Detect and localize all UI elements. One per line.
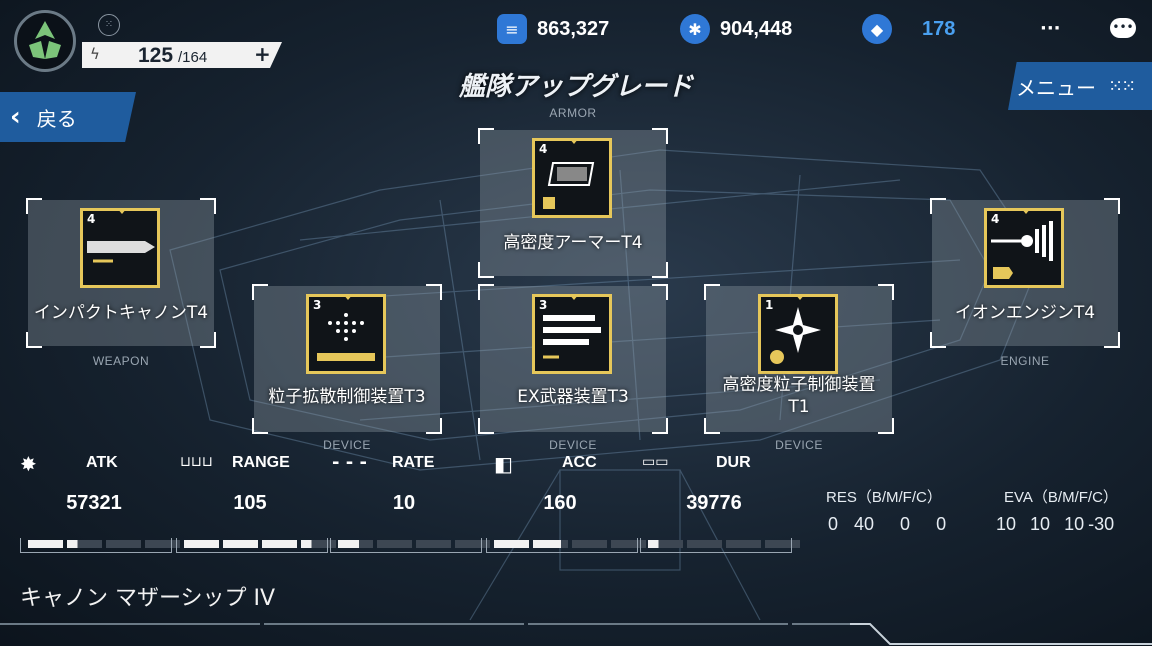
armor-plate-icon: 4 [532, 138, 612, 218]
burst-icon: ✸ [20, 452, 37, 476]
module-card-device-3[interactable]: 1 高密度粒子制御装置T1 [704, 284, 894, 434]
stat-atk: ✸ ATK 57321 [20, 452, 180, 562]
stat-name: ATK [86, 454, 118, 471]
engine-thruster-icon: 4 [984, 208, 1064, 288]
crystal-value: 178 [922, 17, 956, 40]
ruler-icon: ⊔⊔⊔ [180, 454, 213, 470]
shield-split-icon: ◧ [494, 452, 513, 476]
cannon-icon: 4 [80, 208, 160, 288]
module-name: 高密度粒子制御装置T1 [722, 375, 876, 417]
module-card-device-1[interactable]: 3 粒子拡散制御装置T3 [252, 284, 442, 434]
ship-name: キャノン マザーシップ IV [20, 586, 276, 611]
stat-value: 160 [543, 492, 577, 514]
more-options-button[interactable]: ··· [1040, 18, 1061, 39]
slot-label-armor: ARMOR [549, 106, 597, 120]
stat-name: RATE [392, 454, 435, 471]
metal-value: 904,448 [720, 17, 793, 40]
network-icon: ✱ [680, 14, 710, 44]
module-card-weapon[interactable]: 4 インパクトキャノンT4 [26, 198, 216, 348]
slot-label-device-3: DEVICE [775, 438, 823, 452]
resistance-label: RES（B/M/F/C） [826, 489, 942, 506]
slot-label-weapon: WEAPON [92, 354, 150, 368]
menu-label: メニュー [1016, 75, 1096, 100]
back-label: 戻る [36, 106, 77, 131]
module-name: インパクトキャノンT4 [33, 303, 209, 323]
menu-button[interactable]: メニュー ⁙⁙ [1008, 62, 1152, 110]
module-card-device-2[interactable]: 3 EX武器装置T3 [478, 284, 668, 434]
list-icon: ≡ [497, 14, 527, 44]
stat-value: 10 [392, 492, 416, 514]
fleet-emblem-icon [29, 21, 61, 59]
ex-weapon-icon: 3 [532, 294, 612, 374]
page-title: 艦隊アップグレード [458, 72, 693, 102]
particle-diffusion-icon: 3 [306, 294, 386, 374]
footer-divider [0, 623, 1152, 645]
stat-acc: ◧ ACC 160 [486, 452, 646, 562]
stat-name: RANGE [232, 454, 290, 471]
stat-name: ACC [562, 454, 597, 471]
back-button[interactable]: ‹ 戻る [0, 92, 136, 142]
player-rank-emblem[interactable] [14, 10, 76, 72]
grid-icon: ⁙⁙ [1108, 75, 1136, 97]
notification-dots-icon[interactable]: ⁙ [98, 14, 120, 36]
stat-rate: - - - RATE 10 [330, 452, 490, 562]
credits-value: 863,327 [537, 17, 610, 40]
slot-label-device-2: DEVICE [549, 438, 597, 452]
module-card-armor[interactable]: 4 高密度アーマーT4 [478, 128, 668, 278]
resistance-values: 0 40 0 0 [828, 514, 947, 534]
stat-dur: ▭▭ DUR 39776 [640, 452, 800, 562]
resource-crystal[interactable]: ◆ 178 [862, 14, 955, 44]
crystal-icon: ◆ [862, 14, 892, 44]
energy-add-button[interactable]: + [254, 42, 271, 66]
stat-value: 39776 [686, 492, 742, 514]
module-name: 粒子拡散制御装置T3 [268, 387, 426, 407]
resource-metal[interactable]: ✱ 904,448 [680, 14, 792, 44]
chat-icon[interactable]: ••• [1110, 18, 1136, 38]
dashes-icon: - - - [332, 452, 367, 473]
module-name: 高密度アーマーT4 [503, 233, 643, 253]
gauge-icon: ▭▭ [642, 454, 669, 470]
stat-value: 105 [233, 492, 267, 514]
slot-label-engine: ENGINE [1000, 354, 1050, 368]
stat-value: 57321 [66, 492, 122, 514]
module-name: イオンエンジンT4 [954, 303, 1096, 323]
particle-control-icon: 1 [758, 294, 838, 374]
lightning-icon: ϟ [90, 45, 100, 63]
module-card-engine[interactable]: 4 イオンエンジンT4 [930, 198, 1120, 348]
evasion-values: 10 10 10 -30 [996, 514, 1115, 534]
energy-bar: ϟ 125 /164 + [82, 42, 282, 68]
resource-credits[interactable]: ≡ 863,327 [497, 14, 609, 44]
slot-label-device-1: DEVICE [323, 438, 371, 452]
chevron-left-icon: ‹ [10, 102, 21, 132]
stat-name: DUR [716, 454, 751, 471]
module-name: EX武器装置T3 [517, 387, 629, 407]
evasion-label: EVA（B/M/F/C） [1004, 489, 1118, 506]
energy-current: 125 [138, 44, 174, 67]
stat-range: ⊔⊔⊔ RANGE 105 [176, 452, 336, 562]
energy-max: /164 [178, 49, 208, 66]
